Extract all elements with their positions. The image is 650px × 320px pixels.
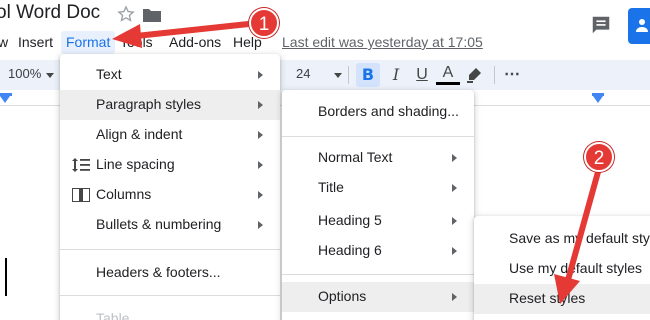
annotation-overlay [112, 20, 601, 304]
step-1-badge: 1 [249, 8, 279, 38]
annotation-arrow-2 [554, 169, 601, 304]
step-2-badge: 2 [584, 142, 614, 172]
annotation-arrow-1 [112, 20, 261, 48]
